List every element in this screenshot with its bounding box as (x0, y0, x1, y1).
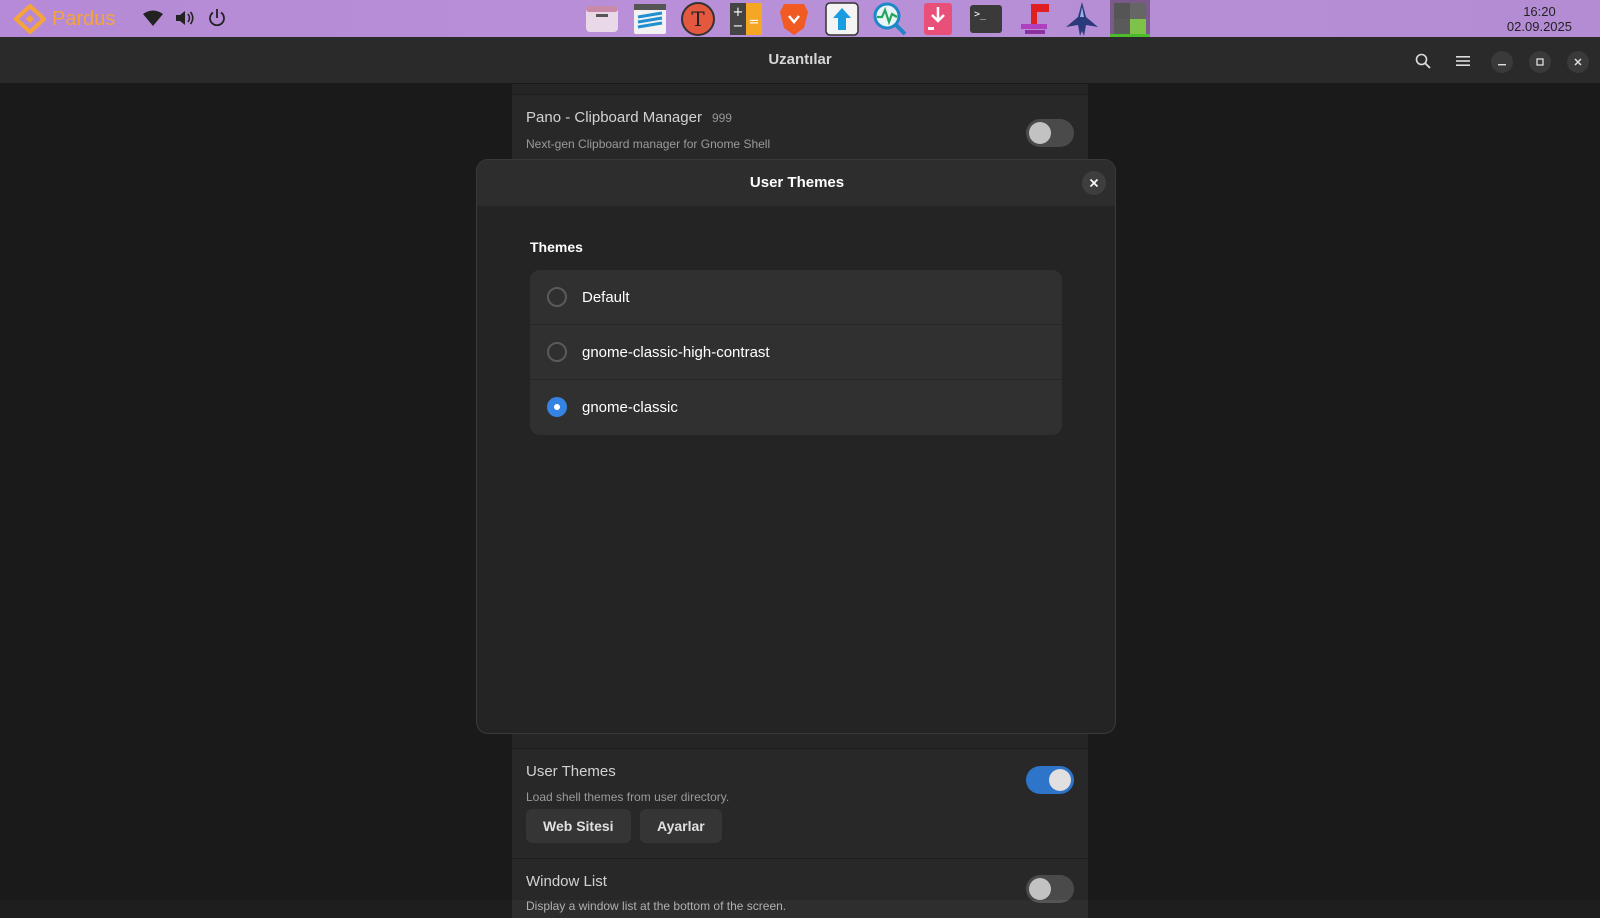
radio-button[interactable] (547, 287, 567, 307)
clock[interactable]: 16:20 02.09.2025 (1507, 4, 1572, 34)
pardus-logo-icon (14, 4, 46, 34)
theme-label: gnome-classic (582, 399, 678, 416)
user-themes-dialog: User Themes Themes Default gnome-classic… (476, 159, 1116, 734)
menu-icon[interactable] (1452, 50, 1474, 72)
archive-icon[interactable] (626, 0, 674, 37)
theme-option-default[interactable]: Default (530, 270, 1062, 325)
radio-button-selected[interactable] (547, 397, 567, 417)
brave-icon[interactable] (770, 0, 818, 37)
rocket-icon[interactable] (1058, 0, 1106, 37)
close-icon[interactable] (1567, 51, 1589, 73)
svg-text:>_: >_ (974, 9, 987, 20)
close-icon (1089, 178, 1099, 188)
radio-button[interactable] (547, 342, 567, 362)
brand-label: Pardus (52, 7, 116, 30)
dialog-header: User Themes (477, 160, 1115, 206)
extensions-icon[interactable] (1106, 0, 1154, 37)
themes-section-title: Themes (530, 239, 583, 255)
clock-date: 02.09.2025 (1506, 19, 1572, 34)
terminal-icon[interactable]: >_ (962, 0, 1010, 37)
uploader-icon[interactable] (818, 0, 866, 37)
theme-option-gnome-classic[interactable]: gnome-classic (530, 380, 1062, 435)
tool-icon[interactable] (1010, 0, 1058, 37)
maximize-icon[interactable] (1529, 51, 1551, 73)
calculator-icon[interactable]: + − = (722, 0, 770, 37)
dialog-close-button[interactable] (1082, 171, 1106, 195)
extension-description: Display a window list at the bottom of t… (526, 899, 787, 913)
window-title: Uzantılar (768, 51, 832, 68)
system-monitor-icon[interactable] (866, 0, 914, 37)
system-tray (142, 6, 228, 30)
volume-icon[interactable] (174, 6, 196, 30)
search-icon[interactable] (1412, 50, 1434, 72)
themes-list: Default gnome-classic-high-contrast gnom… (530, 270, 1062, 435)
theme-option-gnome-classic-high-contrast[interactable]: gnome-classic-high-contrast (530, 325, 1062, 380)
theme-label: gnome-classic-high-contrast (582, 343, 770, 361)
svg-text:T: T (691, 7, 705, 31)
svg-text:−: − (733, 19, 744, 34)
activities-button[interactable]: Pardus (14, 4, 115, 34)
svg-text:+: + (733, 5, 744, 20)
font-manager-icon[interactable]: T (674, 0, 722, 37)
dialog-title: User Themes (749, 174, 845, 191)
wifi-icon[interactable] (142, 6, 164, 30)
window-headerbar: Uzantılar (0, 37, 1600, 84)
package-installer-icon[interactable] (914, 0, 962, 37)
top-panel: Pardus T + − = >_ 16:20 02.09.2025 (0, 0, 1600, 37)
app-dock: T + − = >_ (578, 0, 1154, 37)
minimize-icon[interactable] (1491, 51, 1513, 73)
clock-time: 16:20 (1523, 4, 1556, 19)
power-icon[interactable] (206, 6, 228, 30)
svg-text:=: = (749, 15, 760, 30)
theme-label: Default (582, 288, 630, 306)
files-icon[interactable] (578, 0, 626, 37)
